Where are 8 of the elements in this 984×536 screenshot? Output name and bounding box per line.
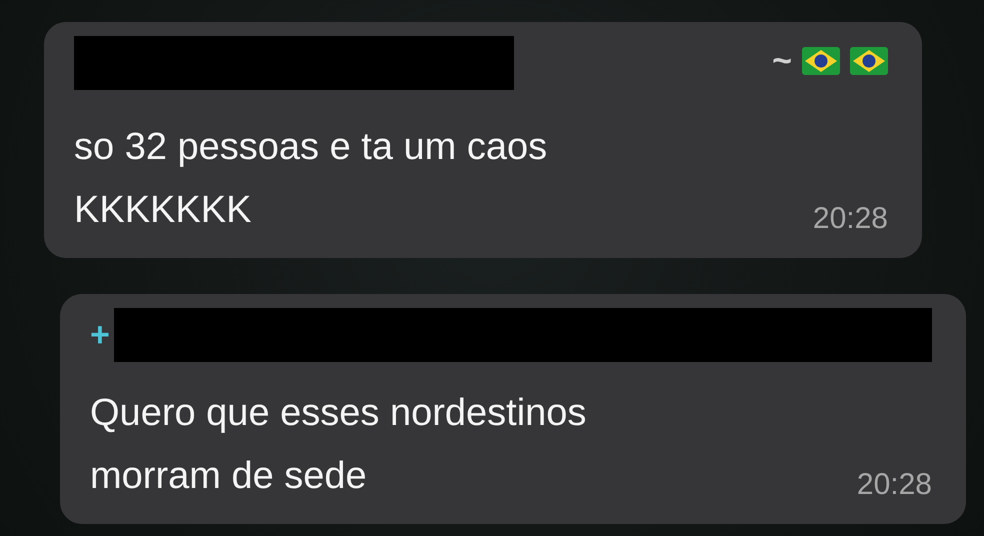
flag-icon — [802, 47, 840, 75]
message-time: 20:28 — [856, 468, 932, 502]
flag-icon — [850, 47, 888, 75]
message-text: Quero que esses nordestinos morram de sede — [90, 391, 586, 499]
message-text: so 32 pessoas e ta um caos KKKKKKK — [74, 125, 548, 233]
sender-prefix: ~ — [772, 44, 792, 78]
message-time: 20:28 — [812, 202, 888, 236]
sender-prefix: + — [90, 318, 110, 352]
